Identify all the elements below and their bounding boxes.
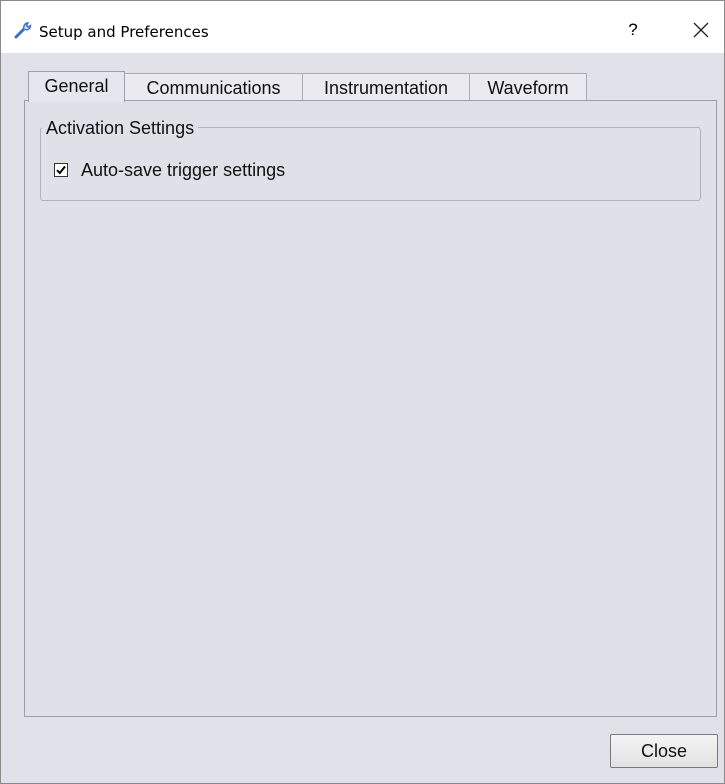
group-title: Activation Settings <box>42 118 199 138</box>
autosave-label[interactable]: Auto-save trigger settings <box>81 159 285 181</box>
autosave-checkbox[interactable] <box>54 163 68 177</box>
tab-general[interactable]: General <box>28 71 125 102</box>
tab-waveform[interactable]: Waveform <box>469 73 587 101</box>
title-bar: Setup and Preferences ? <box>1 1 724 53</box>
close-icon[interactable] <box>684 15 718 45</box>
close-button[interactable]: Close <box>610 734 718 768</box>
checkmark-icon <box>56 165 66 175</box>
help-button[interactable]: ? <box>619 15 647 45</box>
tab-instrumentation[interactable]: Instrumentation <box>302 73 470 101</box>
wrench-icon <box>13 20 33 40</box>
tab-communications[interactable]: Communications <box>124 73 303 101</box>
general-tab-panel: Activation Settings Auto-save trigger se… <box>24 100 717 717</box>
setup-preferences-dialog: Setup and Preferences ? General Communic… <box>0 0 725 784</box>
window-title: Setup and Preferences <box>39 23 209 41</box>
